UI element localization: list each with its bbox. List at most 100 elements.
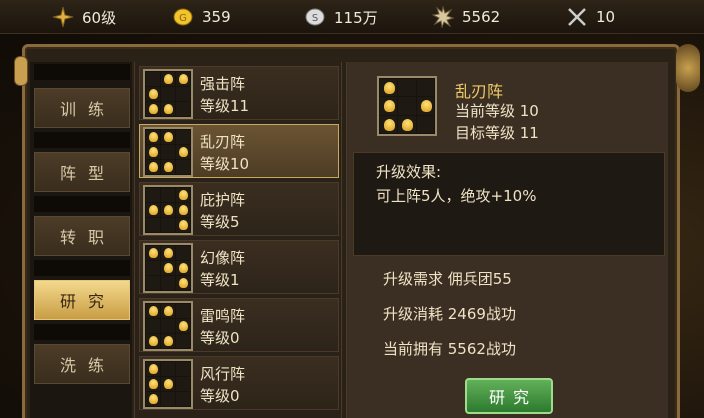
soldier-slot-filled — [176, 218, 190, 232]
soldier-slot-empty — [161, 87, 175, 101]
soldier-slot-empty — [161, 362, 175, 376]
formation-row[interactable]: 雷鸣阵 等级0 — [139, 298, 339, 352]
soldier-slot-empty — [176, 334, 190, 348]
soldier-slot-empty — [176, 304, 190, 318]
soldier-slot-empty — [146, 72, 160, 86]
explosion-icon — [431, 5, 455, 29]
formation-grid-icon — [143, 243, 193, 293]
silver-value: 115万 — [334, 8, 378, 27]
soldier-slot-filled — [380, 97, 398, 115]
tab-divider — [34, 196, 130, 212]
soldier-slot-filled — [146, 392, 160, 406]
formation-level: 等级1 — [200, 271, 240, 289]
formation-grid-icon — [143, 301, 193, 351]
formation-name: 风行阵 — [200, 365, 246, 383]
formation-row[interactable]: 风行阵 等级0 — [139, 356, 339, 410]
soldier-slot-filled — [146, 145, 160, 159]
merit-value: 5562 — [462, 8, 501, 26]
soldier-slot-filled — [146, 87, 160, 101]
formation-name: 幻像阵 — [200, 249, 246, 267]
tab-research[interactable]: 研究 — [34, 280, 130, 320]
formation-name: 雷鸣阵 — [200, 307, 246, 325]
tab-divider — [34, 260, 130, 276]
soldier-slot-filled — [176, 261, 190, 275]
soldier-slot-filled — [176, 203, 190, 217]
battles-value: 10 — [596, 8, 616, 26]
compass-star-icon — [52, 6, 74, 28]
top-status-bar: 60级 G 359 S 115万 5562 10 — [0, 0, 704, 34]
soldier-slot-filled — [146, 160, 160, 174]
soldier-slot-filled — [176, 145, 190, 159]
formation-row[interactable]: 庇护阵 等级5 — [139, 182, 339, 236]
formation-row[interactable]: 乱刃阵 等级10 — [139, 124, 339, 178]
soldier-slot-empty — [161, 276, 175, 290]
formation-name: 庇护阵 — [200, 191, 246, 209]
soldier-slot-filled — [146, 362, 160, 376]
formation-row[interactable]: 幻像阵 等级1 — [139, 240, 339, 294]
soldier-slot-filled — [416, 97, 434, 115]
soldier-slot-filled — [176, 72, 190, 86]
soldier-slot-empty — [416, 79, 434, 97]
tab-formation[interactable]: 阵型 — [34, 152, 130, 192]
soldier-slot-filled — [146, 130, 160, 144]
soldier-slot-filled — [161, 261, 175, 275]
soldier-slot-filled — [161, 334, 175, 348]
tab-divider — [34, 324, 130, 340]
tab-divider — [34, 64, 130, 80]
level-value: 60级 — [82, 8, 117, 27]
upgrade-effect-box: 升级效果: 可上阵5人，绝攻+10% — [353, 152, 665, 256]
tab-training[interactable]: 训练 — [34, 88, 130, 128]
soldier-slot-filled — [380, 79, 398, 97]
soldier-slot-filled — [146, 334, 160, 348]
formation-grid-icon — [143, 127, 193, 177]
soldier-slot-filled — [380, 115, 398, 133]
soldier-slot-filled — [161, 72, 175, 86]
soldier-slot-empty — [161, 218, 175, 232]
soldier-slot-filled — [146, 304, 160, 318]
soldier-slot-filled — [161, 203, 175, 217]
soldier-slot-empty — [146, 276, 160, 290]
level-stat: 60级 — [52, 6, 116, 28]
battles-stat: 10 — [566, 6, 615, 28]
soldier-slot-filled — [161, 246, 175, 260]
target-level: 目标等级 11 — [455, 124, 539, 142]
gold-stat: G 359 — [172, 6, 231, 28]
silver-coin-icon: S — [304, 6, 326, 28]
current-level: 当前等级 10 — [455, 102, 539, 120]
merit-stat: 5562 — [431, 5, 501, 29]
formation-name: 乱刃阵 — [200, 133, 246, 151]
formation-level: 等级11 — [200, 97, 250, 115]
svg-text:G: G — [179, 13, 187, 24]
soldier-slot-empty — [146, 261, 160, 275]
formation-list: 强击阵 等级11 乱刃阵 等级10 庇护阵 等级5 幻像阵 等级1 雷鸣阵 等级… — [134, 62, 342, 418]
merit-owned: 当前拥有 5562战功 — [383, 340, 516, 358]
upgrade-cost: 升级消耗 2469战功 — [383, 305, 516, 323]
formation-level: 等级5 — [200, 213, 240, 231]
formation-detail-panel: 乱刃阵 当前等级 10 目标等级 11 升级效果: 可上阵5人，绝攻+10% 升… — [346, 62, 668, 418]
formation-grid-icon — [143, 359, 193, 409]
soldier-slot-empty — [416, 115, 434, 133]
research-button[interactable]: 研究 — [465, 378, 553, 414]
tab-refine[interactable]: 洗练 — [34, 344, 130, 384]
selected-formation-name: 乱刃阵 — [455, 82, 504, 101]
tab-class-change[interactable]: 转职 — [34, 216, 130, 256]
gold-coin-icon: G — [172, 6, 194, 28]
formation-level: 等级10 — [200, 155, 250, 173]
soldier-slot-empty — [176, 102, 190, 116]
soldier-slot-filled — [176, 276, 190, 290]
formation-grid-icon — [143, 69, 193, 119]
soldier-slot-filled — [161, 304, 175, 318]
soldier-slot-empty — [398, 79, 416, 97]
soldier-slot-empty — [161, 319, 175, 333]
soldier-slot-empty — [176, 392, 190, 406]
soldier-slot-filled — [176, 319, 190, 333]
frame-ornament-right — [676, 44, 700, 92]
soldier-slot-empty — [176, 362, 190, 376]
upgrade-requirement: 升级需求 佣兵团55 — [383, 270, 512, 288]
formation-row[interactable]: 强击阵 等级11 — [139, 66, 339, 120]
soldier-slot-filled — [398, 115, 416, 133]
formation-grid-icon — [143, 185, 193, 235]
gold-value: 359 — [202, 8, 231, 26]
soldier-slot-empty — [161, 188, 175, 202]
silver-stat: S 115万 — [304, 6, 378, 28]
